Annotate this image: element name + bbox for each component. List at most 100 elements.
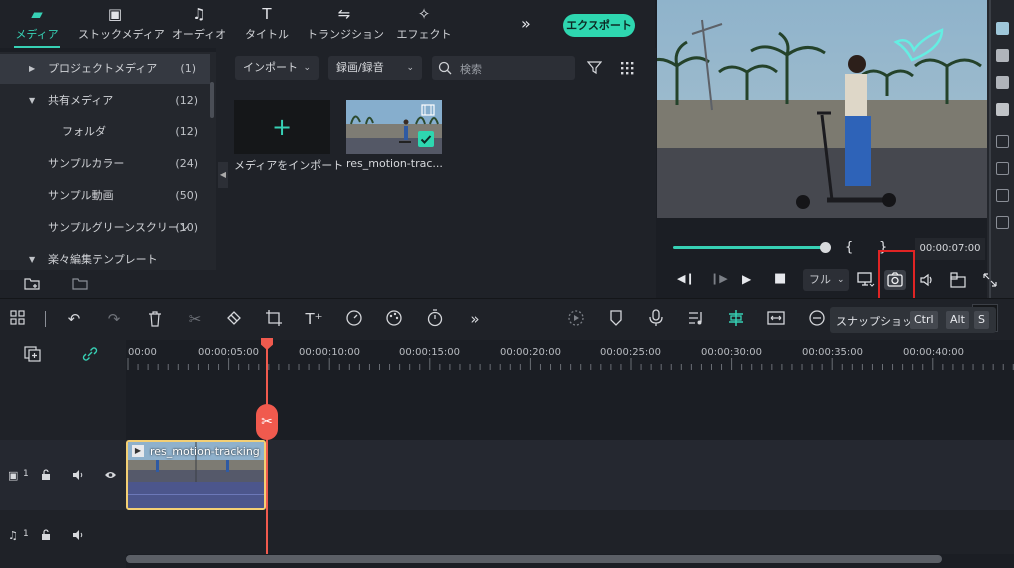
marker-icon[interactable] [607,309,625,327]
import-media-tile[interactable]: + [234,100,330,154]
previous-frame-icon[interactable]: ◀❙ [677,272,695,285]
microphone-icon[interactable] [647,309,665,327]
ruler-label: 00:00:20:00 [500,347,562,358]
scissors-icon: ✂ [261,414,273,430]
effect-slot-7[interactable] [996,189,1009,202]
effect-slot-4[interactable] [996,103,1009,116]
sidebar-item-sample-colors[interactable]: サンプルカラー (24) [0,149,210,179]
sidebar-item-sample-greenscreen[interactable]: サンプルグリーンスクリーン (10) [0,213,210,243]
more-tools-icon[interactable]: » [465,309,485,329]
new-folder-icon[interactable] [24,276,40,290]
add-track-icon[interactable] [24,346,42,362]
sidebar-item-count: (1) [180,62,196,75]
effect-slot-3[interactable] [996,76,1009,89]
cut-icon[interactable]: ✂ [185,309,205,329]
effect-slot-6[interactable] [996,162,1009,175]
sidebar-item-project-media[interactable]: ▶ プロジェクトメディア (1) [0,54,210,84]
tab-media[interactable]: ▰ メディア [0,4,74,48]
sidebar-item-sample-videos[interactable]: サンプル動画 (50) [0,181,210,211]
sidebar-scrollbar[interactable] [210,82,214,118]
more-tabs-icon[interactable]: » [521,14,531,33]
render-preview-icon[interactable] [567,309,585,327]
snapshot-highlight-box [878,250,915,300]
text-add-icon[interactable]: T⁺ [304,309,324,329]
tab-audio[interactable]: ♫ オーディオ [162,4,236,42]
filter-icon[interactable] [587,60,602,75]
lock-icon[interactable] [40,469,52,481]
fit-timeline-icon[interactable] [767,309,785,327]
lock-icon[interactable] [40,529,52,541]
plus-icon: + [271,113,293,141]
layout-icon[interactable] [10,310,26,326]
undo-icon[interactable]: ↶ [64,309,84,329]
video-preview [657,0,987,218]
effect-slot-5[interactable] [996,135,1009,148]
quality-dropdown[interactable]: フル ⌄ [803,269,849,291]
ruler-ticks [127,358,1014,370]
ruler-label: 00:00:25:00 [600,347,662,358]
timeline-scrollbar-thumb[interactable] [126,555,942,563]
media-clip-thumbnail[interactable] [346,100,442,154]
mark-in-button[interactable]: { [845,240,853,255]
record-dropdown[interactable]: 録画/録音 ⌄ [328,56,422,80]
timeline-video-clip[interactable]: ▶ res_motion-tracking [126,440,266,510]
link-icon[interactable] [81,346,99,362]
color-palette-icon[interactable] [385,309,403,327]
tag-icon[interactable] [225,309,243,327]
search-input[interactable]: 検索 [432,56,575,80]
crop-icon[interactable] [265,309,283,327]
stop-icon[interactable]: ■ [774,271,786,286]
volume-icon[interactable] [919,272,935,288]
grid-view-icon[interactable] [620,61,634,75]
playback-progress[interactable] [673,246,825,249]
tab-media-label: メディア [15,28,59,41]
speed-icon[interactable] [345,309,363,327]
sidebar-item-label: 共有メディア [48,94,114,107]
sidebar-footer [0,270,216,298]
audio-mixer-icon[interactable] [687,309,705,327]
ruler-label: 00:00:40:00 [903,347,965,358]
folder-outline-icon[interactable] [72,276,88,290]
speaker-icon[interactable] [72,469,84,481]
preview-side-panel [987,0,1014,298]
top-nav-bar: ▰ メディア ▣ ストックメディア ♫ オーディオ T タイトル ⇋ トランジシ… [0,0,655,48]
clip-name: res_motion-tracking [150,445,260,458]
sidebar-item-shared-media[interactable]: ▼ 共有メディア (12) [0,86,210,116]
sidebar-item-label: サンプル動画 [48,189,114,202]
import-dropdown[interactable]: インポート ⌄ [235,56,319,80]
delete-icon[interactable] [147,310,163,328]
progress-knob[interactable] [820,242,831,253]
snapshot-tooltip: スナップショット Ctrl Alt S [830,307,996,333]
audio-track-number: 1 [23,529,29,539]
tab-effects-label: エフェクト [396,28,452,41]
split-scissor-button[interactable]: ✂ [256,404,278,440]
tab-titles[interactable]: T タイトル [230,4,304,42]
effect-slot-8[interactable] [996,216,1009,229]
snap-magnet-icon[interactable] [727,309,745,327]
fullscreen-icon[interactable] [982,272,998,288]
tab-transitions[interactable]: ⇋ トランジション [307,4,384,42]
play-icon[interactable]: ▶ [742,272,751,286]
music-note-icon: ♫ [192,5,206,23]
side-panel-divider [989,0,991,298]
ruler-label: 00:00:10:00 [299,347,361,358]
effect-slot-2[interactable] [996,49,1009,62]
timeline-ruler[interactable] [126,340,1014,370]
sidebar-item-folder[interactable]: フォルダ (12) [0,117,210,147]
redo-icon[interactable]: ↷ [104,309,124,329]
audio-track-lane[interactable] [126,510,1014,554]
pip-icon[interactable] [950,272,966,288]
tab-stock-media[interactable]: ▣ ストックメディア [78,4,165,42]
export-button[interactable]: エクスポート [563,14,635,37]
display-settings-icon[interactable] [857,272,875,288]
eye-icon[interactable] [104,470,117,480]
playhead-line[interactable] [266,344,268,554]
speaker-icon[interactable] [72,529,84,541]
tab-effects[interactable]: ✧ エフェクト [387,4,461,42]
collapse-sidebar-handle[interactable]: ◀ [218,162,228,188]
timer-icon[interactable] [426,309,444,327]
next-frame-icon[interactable]: ❙▶ [710,272,728,285]
effect-slot-1[interactable] [996,22,1009,35]
zoom-out-icon[interactable] [808,309,826,327]
clip-audio-waveform [128,482,264,508]
